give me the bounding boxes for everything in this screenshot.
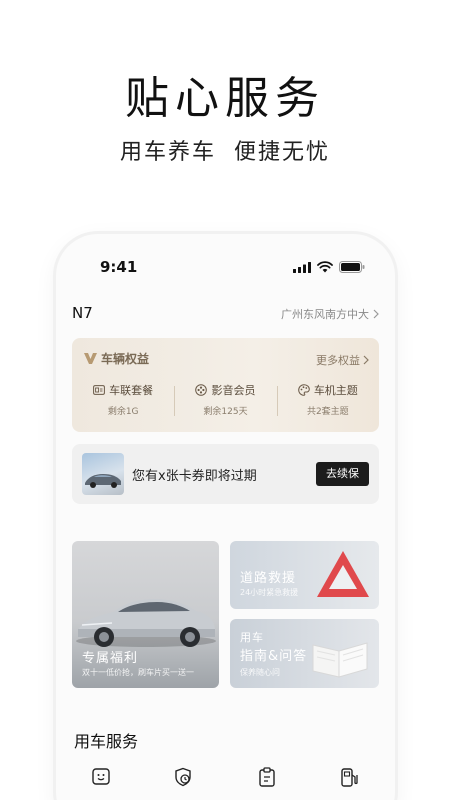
- wifi-icon: [317, 261, 333, 273]
- benefit-label: 车联套餐: [109, 384, 154, 397]
- car-thumbnail-image: [85, 474, 121, 488]
- vehicle-benefits-card: 车辆权益 更多权益 车联套餐 剩余1G 影音会员 剩余125天 车机主题 共2套…: [72, 338, 379, 432]
- open-book-icon: [312, 642, 368, 678]
- warning-triangle-icon: [317, 551, 369, 597]
- benefit-value: 剩余1G: [107, 407, 139, 417]
- benefit-label: 影音会员: [211, 384, 256, 397]
- media-icon: [195, 384, 208, 396]
- road-rescue-card[interactable]: 道路救援 24小时紧急救援: [230, 541, 379, 609]
- welfare-title: 专属福利: [82, 651, 139, 666]
- smile-face-icon[interactable]: [90, 766, 112, 788]
- car-thumbnail: [82, 453, 124, 495]
- benefits-title: 车辆权益: [84, 350, 149, 367]
- guide-desc: 保养随心问: [240, 668, 280, 677]
- fuel-pump-icon[interactable]: [338, 766, 360, 788]
- chevron-right-icon: [373, 309, 379, 319]
- renew-insurance-button[interactable]: 去续保: [316, 462, 369, 486]
- battery-icon: [339, 261, 365, 273]
- sim-icon: [93, 385, 106, 395]
- dealer-link[interactable]: 广州东风南方中大: [281, 306, 379, 322]
- palette-icon: [298, 384, 310, 396]
- car-header: N7 广州东风南方中大: [72, 304, 379, 324]
- chevron-right-icon: [363, 355, 369, 365]
- guide-title-line2: 指南&问答: [240, 649, 308, 664]
- service-icons-row: [56, 766, 395, 800]
- more-benefits-label: 更多权益: [316, 354, 360, 367]
- coupon-text: 您有x张卡券即将过期: [132, 469, 257, 484]
- exclusive-welfare-card[interactable]: 专属福利 双十一低价抢，刷车片买一送一: [72, 541, 219, 688]
- rescue-desc: 24小时紧急救援: [240, 588, 299, 597]
- benefit-value: 剩余125天: [203, 407, 248, 417]
- guide-title-line1: 用车: [240, 631, 264, 644]
- benefit-value: 共2套主题: [306, 407, 349, 417]
- benefit-item-media[interactable]: 影音会员 剩余125天: [174, 382, 276, 422]
- dealer-name: 广州东风南方中大: [281, 308, 369, 321]
- benefit-items: 车联套餐 剩余1G 影音会员 剩余125天 车机主题 共2套主题: [72, 382, 379, 422]
- clipboard-icon[interactable]: [256, 766, 278, 788]
- benefit-label: 车机主题: [313, 384, 358, 397]
- car-model[interactable]: N7: [72, 304, 93, 322]
- signal-icon: [293, 261, 311, 273]
- coupon-banner[interactable]: 您有x张卡券即将过期 去续保: [72, 444, 379, 504]
- status-time: 9:41: [100, 258, 138, 276]
- welfare-desc: 双十一低价抢，刷车片买一送一: [82, 668, 194, 677]
- rescue-title: 道路救援: [240, 571, 297, 586]
- phone-frame: 9:41 N7 广州东风南方中大 车辆权益 更多权益 车联套餐 剩余1G 影音会…: [56, 234, 395, 800]
- status-icons: [293, 261, 365, 273]
- benefit-item-data-plan[interactable]: 车联套餐 剩余1G: [72, 382, 174, 422]
- guide-qa-card[interactable]: 用车 指南&问答 保养随心问: [230, 619, 379, 688]
- benefit-item-theme[interactable]: 车机主题 共2套主题: [276, 382, 379, 422]
- hero-title: 贴心服务: [125, 73, 325, 124]
- shield-clock-icon[interactable]: [172, 766, 194, 788]
- car-services-title: 用车服务: [74, 732, 139, 751]
- benefits-title-text: 车辆权益: [101, 352, 150, 366]
- brand-v-icon: [84, 353, 97, 364]
- more-benefits-link[interactable]: 更多权益: [316, 352, 369, 368]
- hero-subtitle: 用车养车 便捷无忧: [120, 140, 330, 165]
- status-bar: 9:41: [56, 234, 395, 294]
